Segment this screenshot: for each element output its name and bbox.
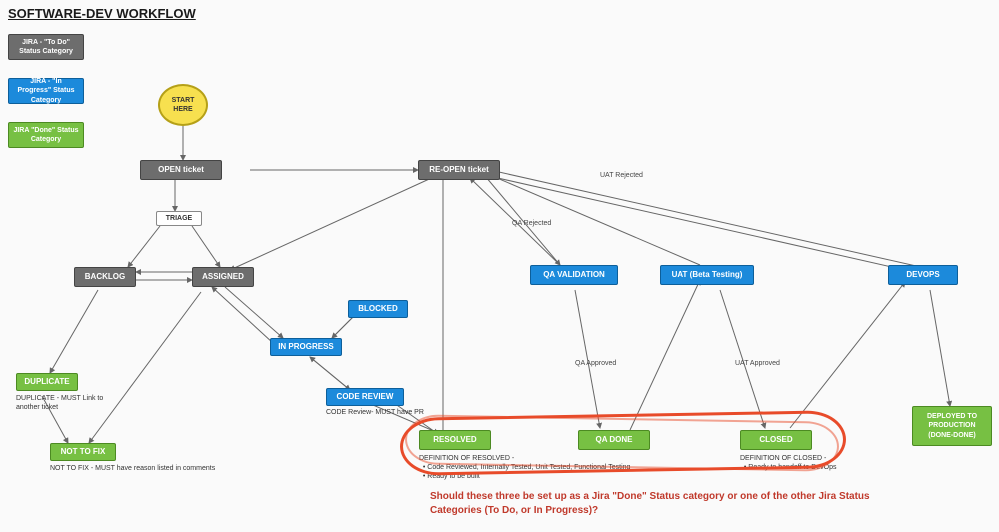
annotation-text: Should these three be set up as a Jira "… bbox=[430, 490, 910, 518]
label-uat-approved: UAT Approved bbox=[735, 360, 780, 367]
label-qa-rejected: QA Rejected bbox=[512, 220, 551, 227]
legend-todo: JIRA - "To Do" Status Category bbox=[8, 34, 84, 60]
node-assigned: ASSIGNED bbox=[192, 267, 254, 287]
label-qa-approved: QA Approved bbox=[575, 360, 616, 367]
annotation-circle-wobble bbox=[405, 414, 840, 472]
legend-done: JIRA "Done" Status Category bbox=[8, 122, 84, 148]
node-nottofix: NOT TO FIX bbox=[50, 443, 116, 461]
diagram-canvas: SOFTWARE-DEV WORKFLOW JIRA - "To Do" Sta… bbox=[0, 0, 999, 532]
page-title: SOFTWARE-DEV WORKFLOW bbox=[8, 6, 196, 21]
node-codereview: CODE REVIEW bbox=[326, 388, 404, 406]
start-node: START HERE bbox=[158, 84, 208, 126]
node-duplicate: DUPLICATE bbox=[16, 373, 78, 391]
node-blocked: BLOCKED bbox=[348, 300, 408, 318]
node-qavalidation: QA VALIDATION bbox=[530, 265, 618, 285]
node-uat: UAT (Beta Testing) bbox=[660, 265, 754, 285]
node-deployed: DEPLOYED TO PRODUCTION (DONE-DONE) bbox=[912, 406, 992, 446]
node-backlog: BACKLOG bbox=[74, 267, 136, 287]
note-duplicate: DUPLICATE - MUST Link to another ticket bbox=[16, 394, 126, 412]
node-open: OPEN ticket bbox=[140, 160, 222, 180]
legend-inprogress: JIRA - "In Progress" Status Category bbox=[8, 78, 84, 104]
node-triage: TRIAGE bbox=[156, 211, 202, 226]
note-nottofix: NOT TO FIX - MUST have reason listed in … bbox=[50, 464, 290, 473]
node-reopen: RE-OPEN ticket bbox=[418, 160, 500, 180]
label-uat-rejected: UAT Rejected bbox=[600, 172, 643, 179]
node-devops: DEVOPS bbox=[888, 265, 958, 285]
node-inprogress: IN PROGRESS bbox=[270, 338, 342, 356]
